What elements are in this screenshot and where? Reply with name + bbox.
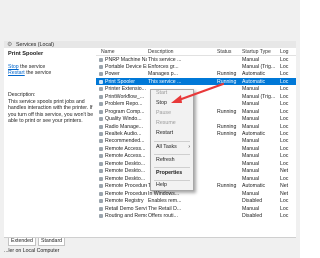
view-tabs: Extended Standard [4,237,296,247]
services-window: ⚙ Services (Local) Print Spooler Stop th… [0,0,300,258]
tab-extended[interactable]: Extended [8,238,36,246]
status-bar-text: ...ler on Local Computer [4,248,60,254]
tab-standard[interactable]: Standard [38,238,66,246]
red-arrow-annotation [171,82,225,103]
